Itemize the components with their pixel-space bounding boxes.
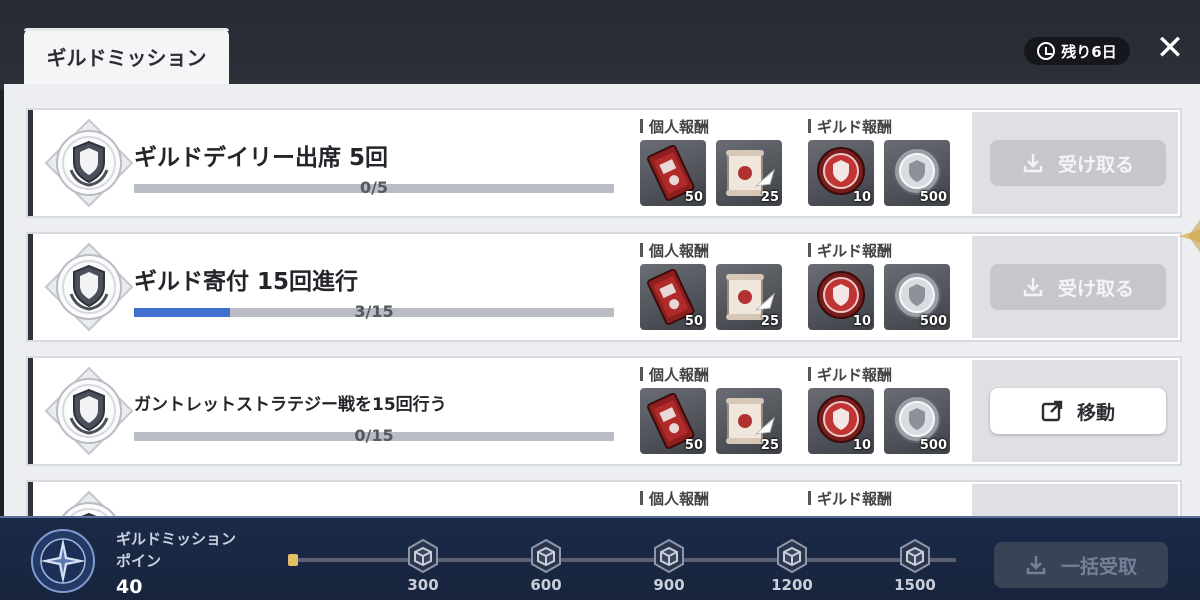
mission-card: ギルドデイリー出席 5回 0/5 個人報酬 ギルド報酬 50 25 10 500… <box>26 108 1182 218</box>
reward-item[interactable]: 500 <box>884 264 950 330</box>
reward-quantity: 500 <box>919 190 947 205</box>
guild-reward-label: ギルド報酬 <box>808 488 892 509</box>
reward-quantity: 500 <box>919 314 947 329</box>
close-button[interactable]: ✕ <box>1152 30 1188 66</box>
milestone-points: 300 <box>407 576 439 594</box>
tab-guild-mission[interactable]: ギルドミッション <box>24 28 229 84</box>
reward-item[interactable]: 25 <box>716 264 782 330</box>
personal-reward-label: 個人報酬 <box>640 116 709 137</box>
guild-emblem-icon <box>44 366 134 456</box>
reward-item[interactable]: 500 <box>884 140 950 206</box>
mission-action-area: 受け取る <box>972 236 1178 338</box>
mission-points-bar: ギルドミッションポイン 40 300 600 900 1200 1500 一括受… <box>0 516 1200 600</box>
milestone-points: 900 <box>653 576 685 594</box>
milestone-points: 1200 <box>771 576 813 594</box>
milestone-reward[interactable]: 1200 <box>762 538 822 594</box>
clock-icon <box>1037 42 1056 60</box>
download-icon <box>1023 278 1043 297</box>
remaining-time-badge: 残り6日 <box>1024 37 1130 65</box>
reward-quantity: 50 <box>684 438 703 453</box>
guild-reward-label: ギルド報酬 <box>808 116 892 137</box>
reward-chest-icon <box>777 538 807 574</box>
reward-chest-icon <box>531 538 561 574</box>
reward-quantity: 10 <box>852 190 871 205</box>
mission-points-value: 40 <box>116 576 143 598</box>
milestone-reward[interactable]: 600 <box>516 538 576 594</box>
reward-item[interactable]: 10 <box>808 140 874 206</box>
reward-item[interactable]: 50 <box>640 388 706 454</box>
star-decoration-icon <box>1178 220 1200 252</box>
external-link-icon <box>1041 400 1063 422</box>
claim-all-label: 一括受取 <box>1060 555 1137 578</box>
reward-quantity: 25 <box>760 190 779 205</box>
reward-item[interactable]: 50 <box>640 140 706 206</box>
reward-item[interactable]: 10 <box>808 388 874 454</box>
go-button[interactable]: 移動 <box>990 388 1166 434</box>
action-label: 移動 <box>1076 401 1115 424</box>
claim-button[interactable]: 受け取る <box>990 140 1166 186</box>
personal-reward-label: 個人報酬 <box>640 364 709 385</box>
reward-chest-icon <box>654 538 684 574</box>
mission-card: ギルド寄付 15回進行 3/15 個人報酬 ギルド報酬 50 25 10 500… <box>26 232 1182 342</box>
reward-item[interactable]: 25 <box>716 388 782 454</box>
mission-action-area: 移動 <box>972 360 1178 462</box>
mission-title: ガントレットストラテジー戦を15回行う <box>134 395 447 415</box>
personal-reward-label: 個人報酬 <box>640 240 709 261</box>
reward-quantity: 50 <box>684 190 703 205</box>
milestone-reward[interactable]: 900 <box>639 538 699 594</box>
action-label: 受け取る <box>1057 277 1134 300</box>
claim-all-button[interactable]: 一括受取 <box>994 542 1168 588</box>
download-icon <box>1023 154 1043 173</box>
reward-chest-icon <box>900 538 930 574</box>
reward-quantity: 25 <box>760 438 779 453</box>
mission-points-label: ギルドミッションポイン <box>116 530 237 570</box>
mission-title: ギルド寄付 15回進行 <box>134 269 359 295</box>
reward-quantity: 10 <box>852 438 871 453</box>
guild-reward-label: ギルド報酬 <box>808 240 892 261</box>
mission-action-area: 受け取る <box>972 112 1178 214</box>
claim-button[interactable]: 受け取る <box>990 264 1166 310</box>
reward-quantity: 50 <box>684 314 703 329</box>
milestone-points: 1500 <box>894 576 936 594</box>
tab-label: ギルドミッション <box>46 45 207 70</box>
guild-emblem-icon <box>44 118 134 208</box>
reward-chest-icon <box>408 538 438 574</box>
compass-emblem-icon <box>31 529 95 593</box>
mission-card: ガントレットストラテジー戦を15回行う 0/15 個人報酬 ギルド報酬 50 25 <box>26 356 1182 466</box>
reward-item[interactable]: 25 <box>716 140 782 206</box>
action-label: 受け取る <box>1057 153 1134 176</box>
milestone-points: 600 <box>530 576 562 594</box>
reward-quantity: 10 <box>852 314 871 329</box>
reward-item[interactable]: 50 <box>640 264 706 330</box>
guild-emblem-icon <box>44 242 134 332</box>
guild-reward-label: ギルド報酬 <box>808 364 892 385</box>
milestone-reward[interactable]: 1500 <box>885 538 945 594</box>
personal-reward-label: 個人報酬 <box>640 488 709 509</box>
reward-quantity: 25 <box>760 314 779 329</box>
mission-progress-text: 0/15 <box>354 426 394 445</box>
points-track-start <box>288 554 298 566</box>
mission-list[interactable]: ギルドデイリー出席 5回 0/5 個人報酬 ギルド報酬 50 25 10 500… <box>4 84 1200 524</box>
remaining-time-text: 残り6日 <box>1061 42 1117 61</box>
mission-progress-text: 3/15 <box>354 302 394 321</box>
mission-progress-text: 0/5 <box>359 178 389 197</box>
reward-item[interactable]: 500 <box>884 388 950 454</box>
milestone-reward[interactable]: 300 <box>393 538 453 594</box>
reward-item[interactable]: 10 <box>808 264 874 330</box>
mission-title: ギルドデイリー出席 5回 <box>134 145 389 171</box>
download-icon <box>1026 556 1046 575</box>
reward-quantity: 500 <box>919 438 947 453</box>
close-icon: ✕ <box>1155 28 1185 68</box>
